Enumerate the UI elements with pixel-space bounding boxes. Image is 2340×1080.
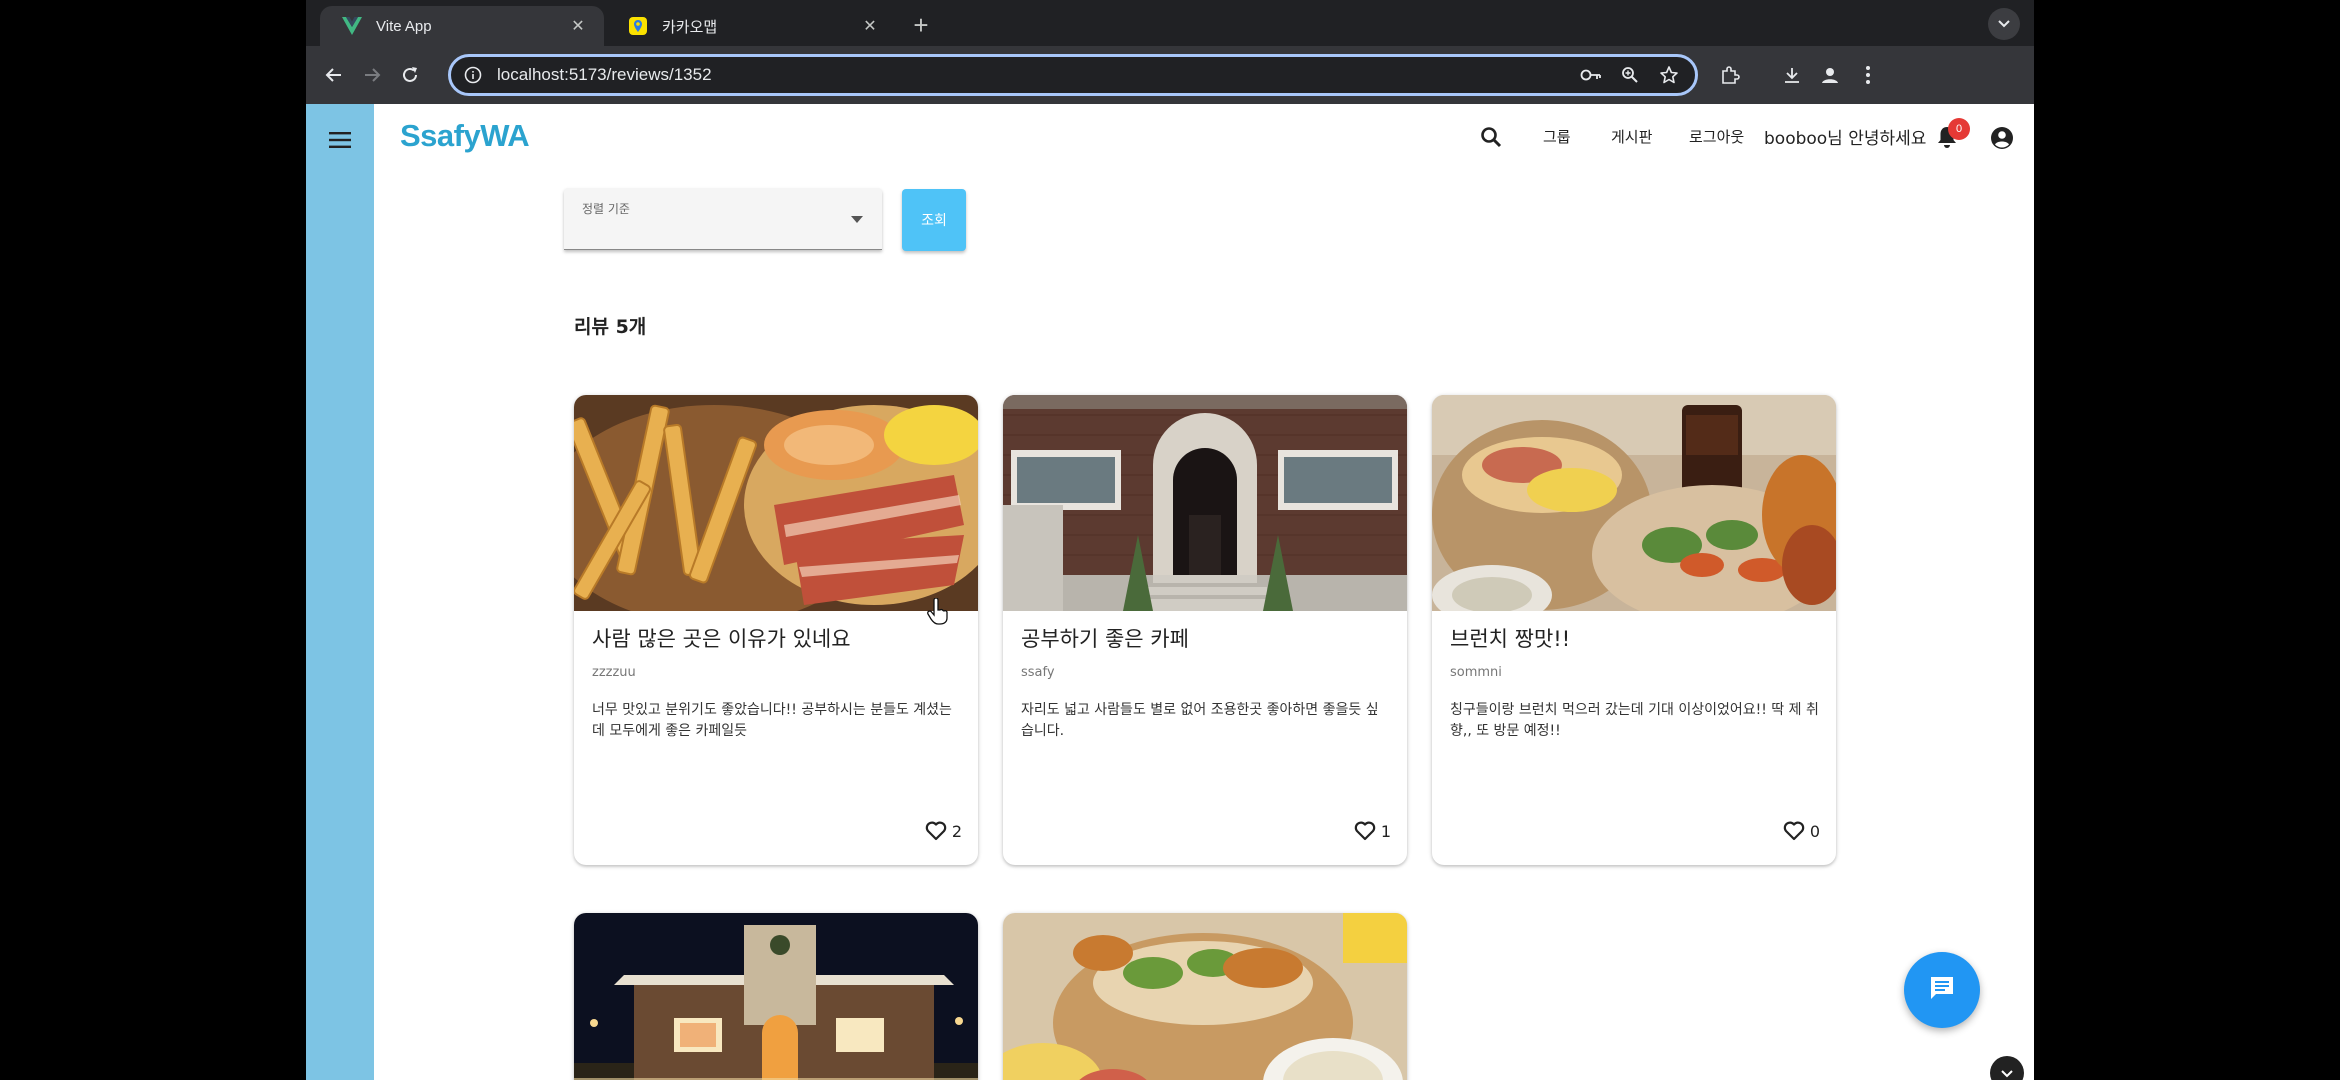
password-key-icon[interactable] — [1578, 62, 1604, 88]
app-header: SsafyWA 그룹 게시판 로그아웃 booboo님 안녕하세요 0 — [374, 104, 2034, 172]
tab-title: 카카오맵 — [662, 18, 718, 36]
zoom-icon[interactable] — [1617, 62, 1643, 88]
tab-vite-app[interactable]: Vite App ✕ — [320, 6, 604, 46]
review-photo — [574, 913, 978, 1080]
more-vertical-icon[interactable] — [1852, 59, 1884, 91]
vue-logo-icon — [342, 16, 362, 36]
heart-outline-icon — [1353, 819, 1377, 843]
address-bar[interactable]: localhost:5173/reviews/1352 — [448, 54, 1698, 96]
profile-icon[interactable] — [1814, 59, 1846, 91]
review-author: zzzzuu — [592, 665, 636, 680]
tab-bar: Vite App ✕ 카카오맵 ✕ + — [306, 0, 2034, 46]
like-count: 0 — [1809, 821, 1820, 841]
screen: Vite App ✕ 카카오맵 ✕ + localhost:5173/revie… — [0, 0, 2340, 1080]
url-text: localhost:5173/reviews/1352 — [497, 65, 712, 84]
review-card[interactable] — [574, 913, 978, 1080]
kakaomap-icon — [628, 16, 648, 36]
search-button[interactable]: 조회 — [902, 189, 966, 251]
nav-logout-link[interactable]: 로그아웃 — [1689, 126, 1744, 147]
review-body: 너무 맛있고 분위기도 좋았습니다!! 공부하시는 분들도 계셨는데 모두에게 … — [592, 702, 952, 739]
review-photo — [1003, 395, 1407, 611]
review-card[interactable]: 사람 많은 곳은 이유가 있네요 zzzzuu 너무 맛있고 분위기도 좋았습니… — [574, 395, 978, 865]
review-photo — [1003, 913, 1407, 1080]
close-icon[interactable]: ✕ — [568, 16, 588, 36]
sidebar — [306, 104, 374, 1080]
review-title: 사람 많은 곳은 이유가 있네요 — [592, 627, 851, 651]
chat-fab-button[interactable] — [1904, 952, 1980, 1028]
notification-badge: 0 — [1948, 118, 1970, 140]
tab-search-chevron-icon[interactable] — [1988, 8, 2020, 40]
nav-board-link[interactable]: 게시판 — [1611, 126, 1652, 147]
like-button[interactable]: 2 — [924, 819, 962, 843]
forward-arrow-icon[interactable] — [356, 59, 388, 91]
review-card[interactable]: 공부하기 좋은 카페 ssafy 자리도 넓고 사람들도 별로 없어 조용한곳 … — [1003, 395, 1407, 865]
reload-icon[interactable] — [394, 59, 426, 91]
page-content: SsafyWA 그룹 게시판 로그아웃 booboo님 안녕하세요 0 정렬 기… — [306, 104, 2034, 1080]
nav-group-link[interactable]: 그룹 — [1543, 126, 1571, 147]
sort-select-label: 정렬 기준 — [582, 202, 630, 216]
like-button[interactable]: 1 — [1353, 819, 1391, 843]
review-card[interactable]: 브런치 짱맛!! sommni 칭구들이랑 브런치 먹으러 갔는데 기대 이상이… — [1432, 395, 1836, 865]
browser-window: Vite App ✕ 카카오맵 ✕ + localhost:5173/revie… — [306, 0, 2034, 1080]
back-arrow-icon[interactable] — [318, 59, 350, 91]
review-title: 공부하기 좋은 카페 — [1021, 627, 1189, 651]
close-icon[interactable]: ✕ — [860, 16, 880, 36]
tab-title: Vite App — [376, 17, 432, 35]
like-count: 2 — [951, 821, 962, 841]
download-icon[interactable] — [1776, 59, 1808, 91]
bookmark-star-icon[interactable] — [1656, 62, 1682, 88]
hamburger-menu-icon[interactable] — [322, 122, 358, 158]
review-body: 칭구들이랑 브런치 먹으러 갔는데 기대 이상이었어요!! 딱 제 취향,, 또… — [1450, 702, 1819, 739]
browser-toolbar: localhost:5173/reviews/1352 — [306, 46, 2034, 104]
heart-outline-icon — [924, 819, 948, 843]
review-card[interactable] — [1003, 913, 1407, 1080]
scroll-down-chevron-icon[interactable] — [1990, 1056, 2024, 1080]
like-count: 1 — [1380, 821, 1391, 841]
search-icon[interactable] — [1476, 122, 1506, 152]
chat-icon — [1928, 974, 1956, 1006]
review-author: ssafy — [1021, 665, 1055, 680]
new-tab-button[interactable]: + — [904, 8, 938, 42]
heart-outline-icon — [1782, 819, 1806, 843]
review-photo — [574, 395, 978, 611]
review-count: 리뷰 5개 — [574, 316, 647, 338]
account-circle-icon[interactable] — [1986, 122, 2018, 154]
like-button[interactable]: 0 — [1782, 819, 1820, 843]
tab-kakaomap[interactable]: 카카오맵 ✕ — [606, 6, 896, 46]
review-body: 자리도 넓고 사람들도 별로 없어 조용한곳 좋아하면 좋을듯 싶습니다. — [1021, 702, 1379, 739]
user-greeting: booboo님 안녕하세요 — [1764, 129, 1927, 149]
site-info-icon[interactable] — [463, 65, 483, 85]
hand-cursor-icon — [926, 597, 950, 626]
sort-select[interactable]: 정렬 기준 — [564, 188, 882, 250]
extensions-icon[interactable] — [1714, 59, 1746, 91]
review-title: 브런치 짱맛!! — [1450, 627, 1571, 651]
app-logo[interactable]: SsafyWA — [400, 118, 530, 154]
review-author: sommni — [1450, 665, 1502, 680]
caret-down-icon — [850, 212, 864, 226]
review-photo — [1432, 395, 1836, 611]
